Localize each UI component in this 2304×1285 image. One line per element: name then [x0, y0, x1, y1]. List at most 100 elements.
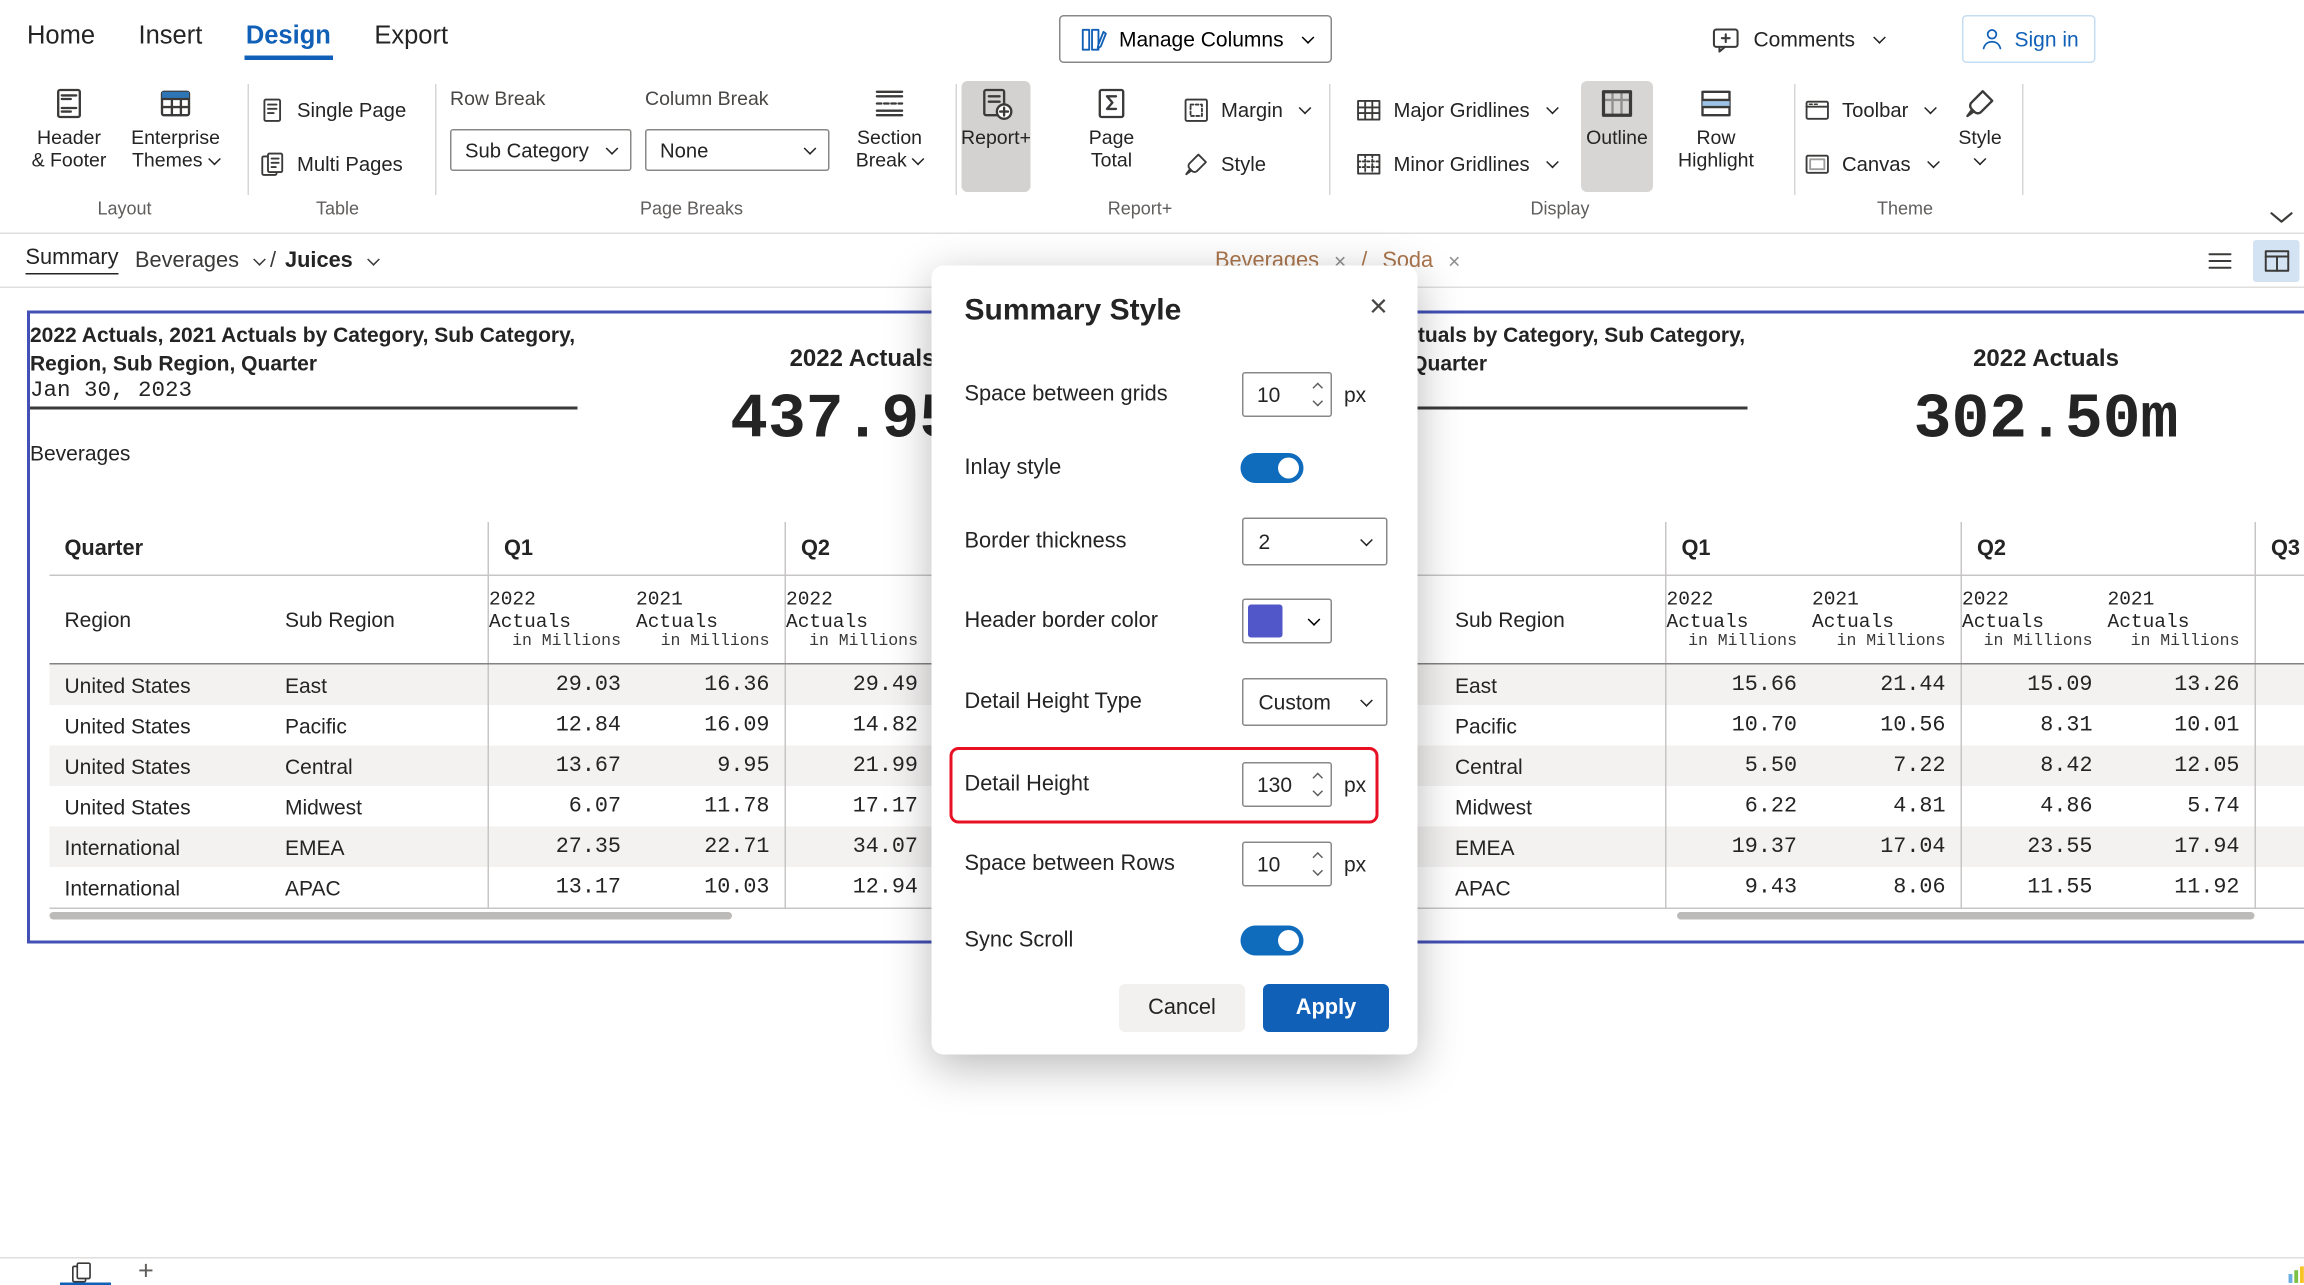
tab-summary[interactable]: Summary: [26, 234, 119, 287]
margin-button[interactable]: Margin: [1182, 93, 1310, 126]
toggle-knob: [1278, 930, 1299, 951]
row-break-caption: Row Break: [450, 87, 545, 110]
chevron-down-icon: [1299, 102, 1312, 115]
table-cell: 13.17: [488, 867, 637, 908]
active-page-button[interactable]: [69, 1260, 95, 1285]
tab-juices[interactable]: / Juices: [270, 234, 378, 287]
table-cell: 15.09: [1961, 665, 2108, 706]
row-highlight-button[interactable]: RowHighlight: [1677, 81, 1755, 192]
dialog-row: Inlay style: [965, 444, 1388, 492]
table-cell: 29.03: [488, 665, 637, 706]
list-view-toggle[interactable]: [2196, 240, 2243, 282]
section-break-button[interactable]: SectionBreak: [849, 81, 930, 192]
menu-tab-design[interactable]: Design: [244, 12, 332, 60]
minor-gridlines-button[interactable]: Minor Gridlines: [1355, 147, 1557, 180]
chevron-down-icon: [804, 142, 817, 155]
table-row: United StatesCentral13.679.9521.99: [50, 746, 934, 787]
toolbar-theme-button[interactable]: Toolbar: [1803, 93, 1935, 126]
collapse-ribbon-button[interactable]: [2268, 207, 2295, 230]
summary-style-dialog: Summary Style × Space between grids 10 p…: [932, 266, 1418, 1055]
tab-beverages[interactable]: Beverages: [135, 234, 264, 287]
enterprise-themes-icon: [158, 86, 194, 122]
ribbon-divider: [248, 84, 250, 195]
report-plus-button[interactable]: Report+: [962, 81, 1031, 192]
table-cell: United States: [50, 665, 271, 706]
column-break-dropdown[interactable]: None: [645, 129, 830, 171]
inlay-style-toggle[interactable]: [1241, 453, 1304, 483]
sign-in-button[interactable]: Sign in: [1962, 15, 2095, 63]
table-cell: Midwest: [1440, 786, 1665, 827]
table-row: InternationalAPAC13.1710.0312.94: [50, 867, 934, 908]
table-cell: Central: [270, 746, 488, 787]
theme-style-button[interactable]: Style: [1947, 81, 2013, 192]
page-total-button[interactable]: Page Total: [1067, 81, 1157, 192]
cancel-button[interactable]: Cancel: [1119, 984, 1245, 1032]
table-cell: United States: [50, 746, 271, 787]
group-label-theme: Theme: [1815, 198, 1995, 222]
header-border-color-picker[interactable]: [1242, 599, 1332, 644]
table-cell: 16.09: [636, 705, 785, 746]
outline-button[interactable]: Outline: [1581, 81, 1653, 192]
table-cell: 5.50: [1665, 746, 1812, 787]
chevron-down-icon: [606, 142, 619, 155]
table-cell: International: [50, 827, 271, 868]
ribbon-divider: [1329, 84, 1331, 195]
add-page-button[interactable]: +: [138, 1256, 154, 1285]
multi-pages-button[interactable]: Multi Pages: [258, 147, 403, 180]
sync-scroll-toggle[interactable]: [1241, 926, 1304, 956]
table-cell: 16.36: [636, 665, 785, 706]
spinner-arrows-icon[interactable]: [1310, 854, 1331, 875]
comments-button[interactable]: Comments: [1710, 15, 1884, 63]
close-icon[interactable]: ×: [1358, 287, 1400, 329]
right-horizontal-scrollbar[interactable]: [1677, 912, 2255, 920]
row-break-dropdown[interactable]: Sub Category: [450, 129, 632, 171]
dialog-row: Header border color: [965, 597, 1388, 645]
split-view-icon: [2261, 246, 2291, 276]
enterprise-themes-button[interactable]: EnterpriseThemes: [123, 81, 228, 192]
group-header-quarter: Quarter: [50, 522, 488, 575]
header-footer-button[interactable]: Header& Footer: [27, 81, 111, 192]
spinner-arrows-icon[interactable]: [1310, 384, 1331, 405]
manage-columns-icon: [1079, 25, 1108, 54]
menu-tab-insert[interactable]: Insert: [137, 12, 204, 60]
toggle-knob: [1278, 458, 1299, 479]
detail-height-input[interactable]: 130: [1242, 762, 1332, 807]
table-cell: 10.03: [636, 867, 785, 908]
row-highlight-icon: [1698, 86, 1734, 122]
header-footer-icon: [51, 86, 87, 122]
multi-pages-icon: [258, 149, 287, 178]
border-thickness-dropdown[interactable]: 2: [1242, 518, 1388, 566]
apply-button[interactable]: Apply: [1263, 984, 1389, 1032]
left-horizontal-scrollbar[interactable]: [50, 912, 733, 920]
manage-columns-button[interactable]: Manage Columns: [1059, 15, 1332, 63]
table-cell: [2255, 665, 2304, 706]
canvas-theme-button[interactable]: Canvas: [1803, 147, 1938, 180]
list-view-icon: [2204, 246, 2234, 276]
chevron-down-icon: [1974, 153, 1987, 166]
table-cell: 11.55: [1961, 867, 2108, 908]
table-row: InternationalEMEA27.3522.7134.07: [50, 827, 934, 868]
major-gridlines-button[interactable]: Major Gridlines: [1355, 93, 1557, 126]
comments-label: Comments: [1754, 27, 1856, 51]
single-page-button[interactable]: Single Page: [258, 93, 406, 126]
ribbon-divider: [2022, 84, 2024, 195]
close-icon[interactable]: ×: [1448, 248, 1460, 272]
space-between-grids-input[interactable]: 10: [1242, 372, 1332, 417]
ribbon: Header& Footer EnterpriseThemes Layout S…: [0, 72, 2304, 234]
space-between-rows-input[interactable]: 10: [1242, 842, 1332, 887]
chevron-down-icon: [208, 153, 221, 166]
left-grid-divider: [30, 407, 578, 409]
split-view-toggle[interactable]: [2253, 240, 2300, 282]
chevron-down-icon: [1925, 102, 1938, 115]
menu-tab-home[interactable]: Home: [26, 12, 97, 60]
table-cell: 9.95: [636, 746, 785, 787]
table-cell: 4.81: [1812, 786, 1961, 827]
detail-height-type-dropdown[interactable]: Custom: [1242, 678, 1388, 726]
report-style-button[interactable]: Style: [1182, 147, 1266, 180]
column-header-sub-region: Sub Region: [270, 576, 488, 663]
table-cell: 9.43: [1665, 867, 1812, 908]
menu-tab-export[interactable]: Export: [373, 12, 450, 60]
table-cell: 19.37: [1665, 827, 1812, 868]
spinner-arrows-icon[interactable]: [1310, 774, 1331, 795]
column-header-measure: 2021 Actualsin Millions: [2108, 576, 2255, 663]
